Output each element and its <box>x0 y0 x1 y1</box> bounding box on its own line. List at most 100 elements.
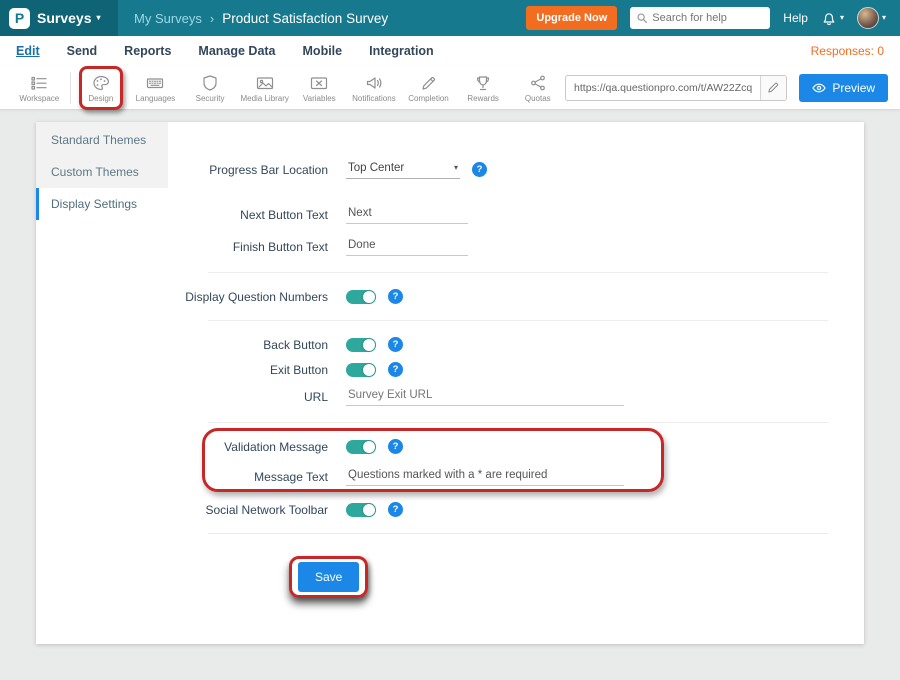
exit-url-row: URL <box>168 387 828 406</box>
notifications-menu[interactable]: ▾ <box>821 10 844 26</box>
section-divider <box>208 422 828 423</box>
breadcrumb-my-surveys[interactable]: My Surveys <box>134 11 202 26</box>
sidebar-item-display-settings[interactable]: Display Settings <box>36 188 168 220</box>
design-palette-icon <box>91 73 111 93</box>
top-bar: P Surveys ▾ My Surveys › Product Satisfa… <box>0 0 900 36</box>
tool-label: Security <box>196 94 225 103</box>
tool-label: Design <box>88 94 113 103</box>
validation-message-toggle[interactable] <box>346 440 376 454</box>
account-menu[interactable]: ▾ <box>857 7 886 29</box>
surveys-menu-label: Surveys <box>37 10 91 26</box>
tool-languages[interactable]: Languages <box>128 70 183 106</box>
tool-rewards[interactable]: Rewards <box>456 70 511 106</box>
tool-label: Quotas <box>525 94 551 103</box>
help-icon[interactable]: ? <box>388 439 403 454</box>
chevron-down-icon: ▾ <box>96 14 100 22</box>
chevron-down-icon: ▾ <box>840 14 844 22</box>
sidebar-item-custom-themes[interactable]: Custom Themes <box>36 156 168 188</box>
progress-bar-select[interactable]: Top Center ▾ <box>346 160 460 179</box>
surveys-menu[interactable]: Surveys ▾ <box>37 10 101 26</box>
tool-completion[interactable]: Completion <box>401 70 456 106</box>
search-icon <box>636 12 648 24</box>
nav-tab-mobile[interactable]: Mobile <box>303 44 343 58</box>
trophy-icon <box>473 73 493 93</box>
edit-url-button[interactable] <box>760 76 786 100</box>
avatar <box>857 7 879 29</box>
tool-workspace[interactable]: Workspace <box>12 70 67 106</box>
section-divider <box>208 272 828 273</box>
responses-count[interactable]: Responses: 0 <box>811 44 884 58</box>
exit-button-toggle[interactable] <box>346 363 376 377</box>
help-icon[interactable]: ? <box>388 502 403 517</box>
tool-security[interactable]: Security <box>183 70 238 106</box>
eye-icon <box>812 82 826 94</box>
tool-label: Notifications <box>352 94 396 103</box>
topbar-actions: Upgrade Now Help ▾ ▾ <box>526 6 900 30</box>
nav-tab-send[interactable]: Send <box>67 44 98 58</box>
nav-tab-integration[interactable]: Integration <box>369 44 434 58</box>
tool-quotas[interactable]: Quotas <box>510 70 565 106</box>
tool-design[interactable]: Design <box>74 70 129 106</box>
message-text-input[interactable] <box>346 467 624 486</box>
chevron-down-icon: ▾ <box>882 14 886 22</box>
tool-media-library[interactable]: Media Library <box>237 70 292 106</box>
preview-button[interactable]: Preview <box>799 74 888 102</box>
question-numbers-label: Display Question Numbers <box>168 290 328 304</box>
image-icon <box>255 73 275 93</box>
validation-message-row: Validation Message ? <box>168 439 828 454</box>
upgrade-now-button[interactable]: Upgrade Now <box>526 6 617 30</box>
help-search[interactable] <box>630 7 770 29</box>
next-button-row: Next Button Text <box>168 205 828 224</box>
next-button-input[interactable] <box>346 205 468 224</box>
chevron-down-icon: ▾ <box>454 164 458 172</box>
help-icon[interactable]: ? <box>388 337 403 352</box>
back-button-toggle[interactable] <box>346 338 376 352</box>
question-numbers-toggle[interactable] <box>346 290 376 304</box>
validation-group: Validation Message ? Message Text <box>168 439 828 486</box>
search-input[interactable] <box>652 12 764 24</box>
sidebar-item-standard-themes[interactable]: Standard Themes <box>36 124 168 156</box>
back-button-label: Back Button <box>168 338 328 352</box>
social-toolbar-row: Social Network Toolbar ? <box>168 502 828 517</box>
pencil-icon <box>767 81 780 94</box>
nav-tab-manage-data[interactable]: Manage Data <box>198 44 275 58</box>
exit-url-input[interactable] <box>346 387 624 406</box>
variables-icon <box>309 73 329 93</box>
save-area: Save <box>298 562 359 592</box>
tool-notifications[interactable]: Notifications <box>347 70 402 106</box>
save-button[interactable]: Save <box>298 562 359 592</box>
question-numbers-row: Display Question Numbers ? <box>168 289 828 304</box>
preview-label: Preview <box>832 81 875 95</box>
tool-label: Languages <box>136 94 176 103</box>
edit-toolbar: Workspace Design Languages Security Medi… <box>0 66 900 110</box>
finish-button-label: Finish Button Text <box>168 240 328 254</box>
finish-button-row: Finish Button Text <box>168 237 828 256</box>
tool-variables[interactable]: Variables <box>292 70 347 106</box>
next-button-label: Next Button Text <box>168 208 328 222</box>
help-icon[interactable]: ? <box>388 362 403 377</box>
main-content: Standard Themes Custom Themes Display Se… <box>0 110 900 680</box>
tool-label: Media Library <box>240 94 288 103</box>
nav-tab-reports[interactable]: Reports <box>124 44 171 58</box>
exit-button-row: Exit Button ? <box>168 362 828 377</box>
back-button-row: Back Button ? <box>168 337 828 352</box>
social-toolbar-toggle[interactable] <box>346 503 376 517</box>
message-text-row: Message Text <box>168 467 828 486</box>
validation-message-label: Validation Message <box>168 440 328 454</box>
nav-tab-edit[interactable]: Edit <box>16 44 40 58</box>
survey-url-input[interactable] <box>566 82 760 94</box>
finish-button-input[interactable] <box>346 237 468 256</box>
keyboard-icon <box>145 73 165 93</box>
section-divider <box>208 320 828 321</box>
breadcrumb-separator: › <box>210 11 214 26</box>
megaphone-icon <box>364 73 384 93</box>
app-switcher[interactable]: P Surveys ▾ <box>0 0 118 36</box>
help-link[interactable]: Help <box>783 11 808 25</box>
exit-url-label: URL <box>168 390 328 404</box>
design-settings-panel: Standard Themes Custom Themes Display Se… <box>36 122 864 644</box>
survey-url-box <box>565 75 787 101</box>
help-icon[interactable]: ? <box>388 289 403 304</box>
bell-icon <box>821 10 837 26</box>
questionpro-logo: P <box>9 8 30 29</box>
help-icon[interactable]: ? <box>472 162 487 177</box>
